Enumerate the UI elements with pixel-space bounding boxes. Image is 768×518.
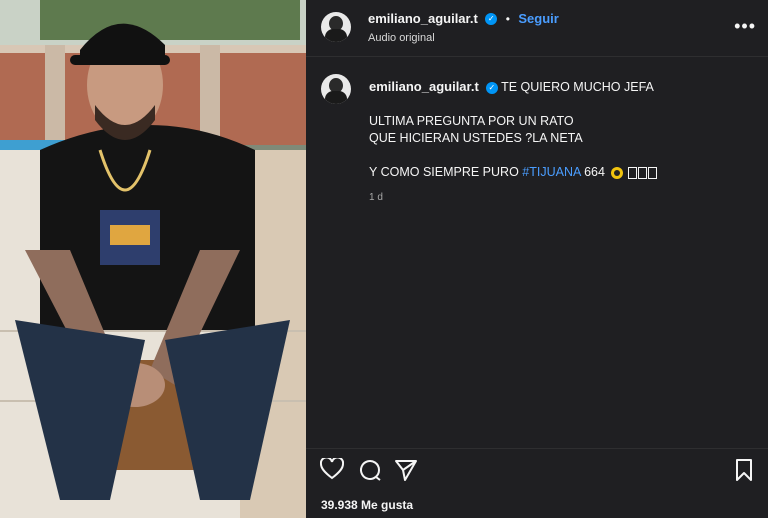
verified-icon: ✓ <box>485 81 498 94</box>
caption-line-1: TE QUIERO MUCHO JEFA <box>501 80 654 94</box>
send-icon[interactable] <box>394 458 418 487</box>
caption-line-3: QUE HICIERAN USTEDES ?LA NETA <box>369 131 583 145</box>
avatar[interactable] <box>321 12 351 42</box>
separator-dot: • <box>505 12 510 26</box>
comment-icon[interactable] <box>358 458 382 487</box>
glyph-box-icon <box>647 166 657 179</box>
caption-body: emiliano_aguilar.t ✓ TE QUIERO MUCHO JEFA… <box>369 78 749 206</box>
caption-line-4-suffix: 664 <box>580 165 605 179</box>
caption-line-4-prefix: Y COMO SIEMPRE PURO <box>369 165 523 179</box>
audio-link[interactable]: Audio original <box>368 32 559 44</box>
post-photo <box>0 0 306 518</box>
heart-icon[interactable] <box>319 456 345 485</box>
caption-line-2: ULTIMA PREGUNTA POR UN RATO <box>369 114 574 128</box>
header-text: emiliano_aguilar.t ✓ • Seguir Audio orig… <box>368 10 559 44</box>
verified-icon: ✓ <box>485 12 498 25</box>
caption-avatar[interactable] <box>321 74 351 104</box>
post-time[interactable]: 1 d <box>369 189 749 206</box>
bookmark-icon[interactable] <box>734 458 754 487</box>
post-image[interactable] <box>0 0 306 518</box>
caption-username-link[interactable]: emiliano_aguilar.t <box>369 79 479 94</box>
glyph-box-icon <box>637 166 647 179</box>
follow-button[interactable]: Seguir <box>518 11 558 26</box>
glyph-box-icon <box>627 166 637 179</box>
post-container: emiliano_aguilar.t ✓ • Seguir Audio orig… <box>0 0 768 518</box>
hashtag-link[interactable]: #TIJUANA <box>522 165 580 179</box>
more-options-icon[interactable]: ••• <box>734 16 756 37</box>
action-bar <box>306 448 768 489</box>
post-side-panel: emiliano_aguilar.t ✓ • Seguir Audio orig… <box>306 0 768 518</box>
post-header: emiliano_aguilar.t ✓ • Seguir Audio orig… <box>306 0 768 57</box>
likes-count[interactable]: 39.938 Me gusta <box>321 498 413 512</box>
username-link[interactable]: emiliano_aguilar.t <box>368 11 478 26</box>
radioactive-emoji-icon <box>611 166 624 179</box>
